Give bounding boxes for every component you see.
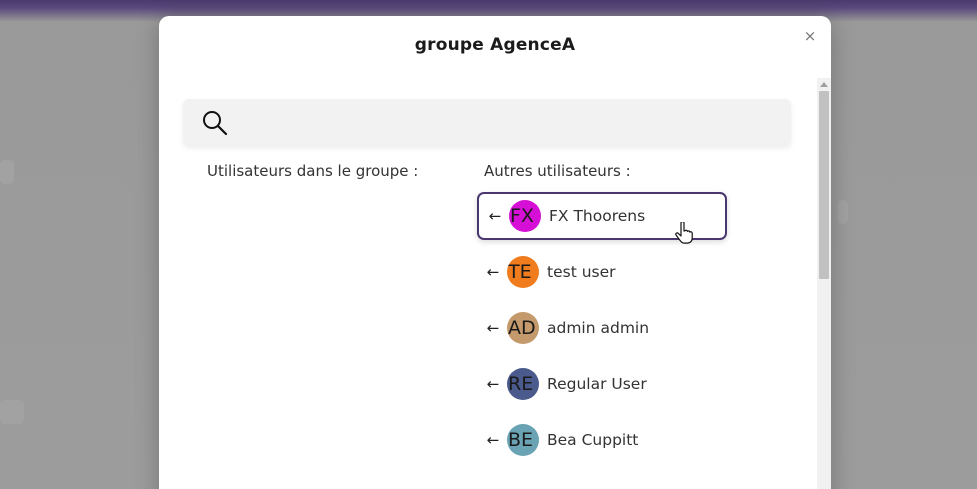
avatar: RE	[507, 368, 539, 400]
backdrop-shape	[0, 160, 14, 184]
user-name: Bea Cuppitt	[547, 431, 639, 449]
hand-cursor-icon	[675, 222, 693, 244]
close-icon[interactable]: ×	[801, 27, 819, 45]
search-bar	[183, 99, 791, 145]
arrow-left-icon[interactable]: ←	[479, 263, 507, 281]
user-row-test-user[interactable]: ← TE test user	[477, 248, 727, 296]
arrow-left-icon[interactable]: ←	[479, 431, 507, 449]
user-row-bea-cuppitt[interactable]: ← BE Bea Cuppitt	[477, 416, 727, 464]
user-name: Regular User	[547, 375, 647, 393]
other-users-list: ← FX FX Thoorens ← TE test user ← AD adm…	[477, 192, 727, 472]
scroll-up-icon[interactable]	[820, 82, 828, 87]
modal-title: groupe AgenceA	[414, 35, 576, 55]
user-name: test user	[547, 263, 616, 281]
in-group-title: Utilisateurs dans le groupe :	[207, 162, 419, 180]
scroll-thumb[interactable]	[819, 91, 829, 279]
arrow-left-icon[interactable]: ←	[479, 375, 507, 393]
backdrop-shape	[838, 200, 848, 224]
scrollbar[interactable]	[817, 78, 831, 489]
arrow-left-icon[interactable]: ←	[481, 207, 509, 225]
user-name: admin admin	[547, 319, 650, 337]
user-row-regular-user[interactable]: ← RE Regular User	[477, 360, 727, 408]
search-icon	[203, 111, 228, 136]
avatar: FX	[509, 200, 541, 232]
backdrop-shape	[0, 400, 24, 424]
other-users-title: Autres utilisateurs :	[484, 162, 631, 180]
search-input[interactable]	[239, 107, 781, 137]
arrow-left-icon[interactable]: ←	[479, 319, 507, 337]
user-name: FX Thoorens	[549, 207, 646, 225]
avatar: AD	[507, 312, 539, 344]
avatar: BE	[507, 424, 539, 456]
group-modal: groupe AgenceA × Utilisateurs dans le gr…	[159, 16, 831, 489]
avatar: TE	[507, 256, 539, 288]
user-row-fx-thoorens[interactable]: ← FX FX Thoorens	[477, 192, 727, 244]
user-row-admin-admin[interactable]: ← AD admin admin	[477, 304, 727, 352]
